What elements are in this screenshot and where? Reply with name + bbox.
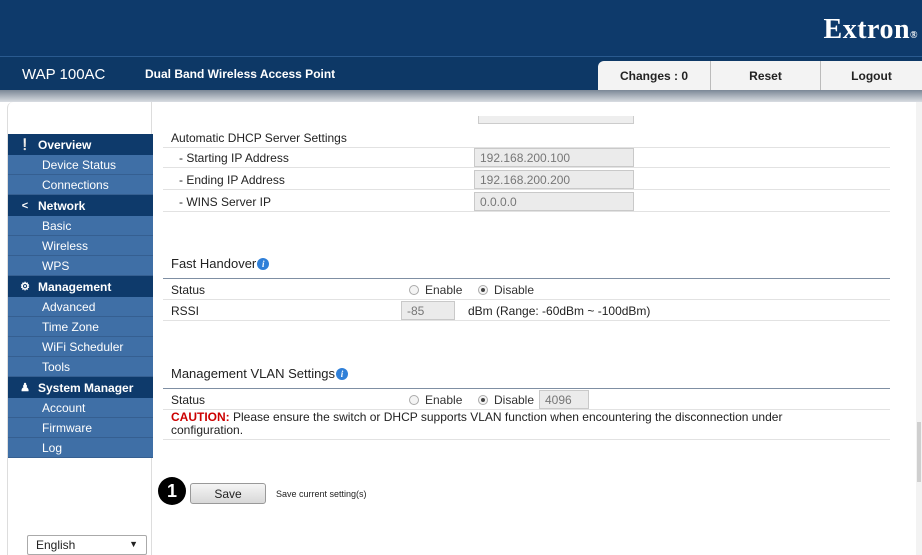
reset-button[interactable]: Reset: [710, 61, 820, 91]
user-icon: ♟: [20, 382, 30, 394]
share-icon: <: [21, 199, 29, 212]
sidebar-group-label: Management: [38, 279, 112, 294]
vlan-status-row: Status Enable Disable 4096: [163, 390, 890, 410]
changes-button[interactable]: Changes : 0: [598, 61, 710, 91]
sidebar-item-wifi-scheduler[interactable]: WiFi Scheduler: [8, 337, 153, 357]
sidebar-item-time-zone[interactable]: Time Zone: [8, 317, 153, 337]
radio-selected-icon: [478, 284, 488, 295]
sidebar-group-label: System Manager: [38, 380, 134, 395]
rssi-label: RSSI: [171, 303, 200, 318]
dhcp-end-row: - Ending IP Address 192.168.200.200: [163, 170, 890, 190]
rssi-input[interactable]: -85: [401, 301, 455, 320]
info-icon[interactable]: i: [257, 257, 270, 270]
partial-field: [478, 116, 634, 124]
title-bar: WAP 100AC Dual Band Wireless Access Poin…: [0, 56, 922, 91]
radio-label: Disable: [494, 282, 535, 297]
language-select[interactable]: English ▼: [27, 535, 147, 555]
sidebar-group-system-manager[interactable]: ♟ System Manager: [8, 377, 153, 398]
dhcp-start-input[interactable]: 192.168.200.100: [474, 148, 634, 167]
header-shadow: [0, 90, 922, 102]
section-divider: [163, 388, 890, 389]
sidebar-item-log[interactable]: Log: [8, 438, 153, 458]
sidebar-item-wireless[interactable]: Wireless: [8, 236, 153, 256]
radio-label: Enable: [425, 282, 463, 297]
sidebar-item-connections[interactable]: Connections: [8, 175, 153, 195]
rssi-row: RSSI -85 dBm (Range: -60dBm ~ -100dBm): [163, 301, 890, 321]
vlan-disable-radio[interactable]: Disable: [478, 393, 534, 407]
sidebar-item-tools[interactable]: Tools: [8, 357, 153, 377]
save-button[interactable]: Save: [190, 483, 266, 504]
device-subtitle: Dual Band Wireless Access Point: [145, 67, 336, 81]
dhcp-start-label: - Starting IP Address: [179, 150, 289, 165]
chevron-down-icon: ▼: [129, 539, 138, 549]
caution-text: Please ensure the switch or DHCP support…: [171, 410, 783, 437]
handover-enable-radio[interactable]: Enable: [409, 283, 462, 297]
section-divider: [163, 278, 890, 279]
dhcp-title: Automatic DHCP Server Settings: [171, 130, 347, 145]
dhcp-title-row: Automatic DHCP Server Settings: [163, 128, 890, 148]
sidebar-item-account[interactable]: Account: [8, 398, 153, 418]
sidebar-group-label: Network: [38, 198, 86, 213]
sidebar-item-firmware[interactable]: Firmware: [8, 418, 153, 438]
mgmt-vlan-title-text: Management VLAN Settings: [171, 366, 336, 381]
radio-label: Enable: [425, 392, 463, 407]
sidebar-item-wps[interactable]: WPS: [8, 256, 153, 276]
callout-number-badge: 1: [158, 477, 186, 505]
sidebar-group-overview[interactable]: ❕ Overview: [8, 134, 153, 155]
dhcp-end-input[interactable]: 192.168.200.200: [474, 170, 634, 189]
top-banner: Extron®: [0, 0, 922, 56]
vlan-caution: CAUTION: Please ensure the switch or DHC…: [171, 411, 851, 437]
sidebar-group-network[interactable]: < Network: [8, 195, 153, 216]
mgmt-vlan-title: Management VLAN Settings i: [171, 366, 349, 381]
handover-disable-radio[interactable]: Disable: [478, 283, 534, 297]
sidebar-menu: ❕ Overview Device Status Connections < N…: [8, 134, 153, 458]
sidebar-item-basic[interactable]: Basic: [8, 216, 153, 236]
main-content: Automatic DHCP Server Settings - Startin…: [163, 102, 922, 555]
logout-button[interactable]: Logout: [820, 61, 922, 91]
vlan-enable-radio[interactable]: Enable: [409, 393, 462, 407]
sidebar-group-label: Overview: [38, 137, 92, 152]
rssi-hint: dBm (Range: -60dBm ~ -100dBm): [468, 303, 651, 318]
info-icon[interactable]: i: [336, 367, 349, 380]
vertical-scrollbar[interactable]: [916, 102, 922, 555]
wins-input[interactable]: 0.0.0.0: [474, 192, 634, 211]
sidebar-item-advanced[interactable]: Advanced: [8, 297, 153, 317]
scrollbar-thumb[interactable]: [917, 422, 921, 482]
handover-status-row: Status Enable Disable: [163, 280, 890, 300]
radio-selected-icon: [478, 394, 488, 405]
caution-label: CAUTION:: [171, 410, 230, 424]
device-model: WAP 100AC: [22, 66, 106, 83]
fast-handover-title: Fast Handover i: [171, 256, 270, 271]
language-select-value: English: [36, 538, 76, 552]
info-circle-icon: ❕: [18, 139, 32, 151]
gear-icon: ⚙: [20, 281, 30, 293]
sidebar: ❕ Overview Device Status Connections < N…: [7, 102, 153, 555]
vlan-id-input[interactable]: 4096: [539, 390, 589, 409]
wins-label: - WINS Server IP: [179, 194, 272, 209]
sidebar-group-management[interactable]: ⚙ Management: [8, 276, 153, 297]
sidebar-item-device-status[interactable]: Device Status: [8, 155, 153, 175]
radio-circle-icon: [409, 394, 419, 405]
vlan-status-label: Status: [171, 392, 206, 407]
handover-status-label: Status: [171, 282, 206, 297]
wins-row: - WINS Server IP 0.0.0.0: [163, 192, 890, 212]
extron-logo: Extron®: [823, 14, 918, 45]
radio-circle-icon: [409, 284, 419, 295]
dhcp-start-row: - Starting IP Address 192.168.200.100: [163, 148, 890, 168]
row-divider: [163, 439, 890, 440]
fast-handover-title-text: Fast Handover: [171, 256, 257, 271]
radio-label: Disable: [494, 392, 535, 407]
dhcp-end-label: - Ending IP Address: [179, 172, 285, 187]
save-note: Save current setting(s): [276, 489, 367, 499]
